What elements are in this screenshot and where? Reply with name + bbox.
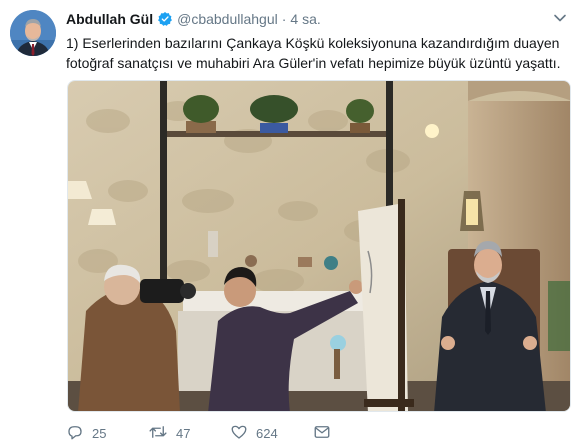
photo-illustration	[68, 81, 570, 411]
verified-badge-icon	[157, 11, 173, 27]
direct-message-button[interactable]	[313, 423, 331, 444]
heart-icon	[230, 423, 248, 444]
reply-count: 25	[92, 425, 107, 441]
reply-button[interactable]: 25	[66, 423, 106, 444]
tweet-text-line: fotoğraf sanatçısı ve muhabiri Ara Güler…	[66, 55, 561, 71]
like-count: 624	[256, 425, 278, 441]
author-name[interactable]: Abdullah Gül	[66, 11, 153, 27]
tweet-text-line: 1) Eserlerinden bazılarını Çankaya Köşkü…	[66, 35, 560, 51]
tweet-text: 1) Eserlerinden bazılarını Çankaya Köşkü…	[66, 33, 570, 73]
avatar[interactable]	[10, 10, 56, 56]
tweet-header: Abdullah Gül @cbabdullahgul · 4 sa.	[66, 9, 321, 29]
author-handle[interactable]: @cbabdullahgul	[177, 11, 278, 27]
envelope-icon	[313, 423, 331, 444]
retweet-count: 47	[176, 425, 191, 441]
tweet-photo[interactable]	[67, 80, 571, 412]
header-separator: ·	[281, 11, 287, 27]
retweet-button[interactable]: 47	[148, 423, 190, 444]
like-button[interactable]: 624	[230, 423, 278, 444]
reply-icon	[66, 423, 84, 444]
tweet-timestamp[interactable]: 4 sa.	[290, 11, 320, 27]
retweet-icon	[148, 423, 168, 444]
chevron-down-icon[interactable]	[553, 11, 567, 30]
avatar-image	[10, 10, 56, 56]
